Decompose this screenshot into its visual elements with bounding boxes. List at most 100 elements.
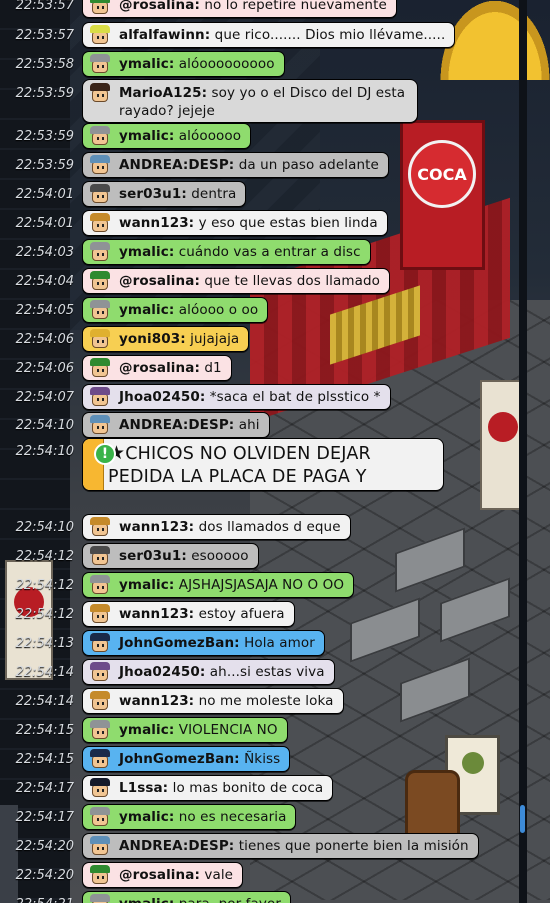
- chat-username[interactable]: ANDREA:DESP:: [119, 157, 234, 173]
- chat-bubble[interactable]: ymalic: AJSHAJSJASAJA NO O OO: [82, 572, 355, 598]
- chat-bubble[interactable]: @rosalina: d1: [82, 355, 232, 381]
- chat-username[interactable]: yoni803:: [119, 331, 186, 347]
- chat-username[interactable]: wann123:: [119, 606, 194, 622]
- chat-bubble[interactable]: JohnGomezBan: Hola amor: [82, 630, 325, 656]
- user-avatar-icon[interactable]: [83, 240, 117, 264]
- chat-username[interactable]: ymalic:: [119, 56, 174, 72]
- chat-bubble[interactable]: wann123: dos llamados d eque: [82, 514, 351, 540]
- chat-bubble[interactable]: Jhoa02450: *saca el bat de plsstico *: [82, 384, 391, 410]
- chat-bubble[interactable]: @rosalina: no lo repetire nuevamente: [82, 0, 397, 18]
- chat-username[interactable]: JohnGomezBan:: [119, 751, 240, 767]
- chat-bubble[interactable]: yoni803: jujajaja: [82, 326, 250, 352]
- user-avatar-icon[interactable]: [83, 747, 117, 771]
- chat-username[interactable]: alfalfawinn:: [119, 27, 210, 43]
- chat-text: que te llevas dos llamado: [204, 273, 381, 289]
- chat-username[interactable]: ymalic:: [119, 896, 174, 903]
- chat-username[interactable]: wann123:: [119, 693, 194, 709]
- user-avatar-icon[interactable]: [83, 52, 117, 76]
- chat-username[interactable]: @rosalina:: [119, 0, 200, 13]
- chat-bubble[interactable]: @rosalina: vale: [82, 862, 244, 888]
- user-avatar-icon[interactable]: [83, 356, 117, 380]
- chat-row: 22:54:06 yoni803: jujajaja: [0, 326, 550, 352]
- chat-username[interactable]: ser03u1:: [119, 548, 187, 564]
- user-avatar-icon[interactable]: [83, 776, 117, 800]
- chat-username[interactable]: L1ssa:: [119, 780, 168, 796]
- user-avatar-icon[interactable]: [83, 660, 117, 684]
- chat-bubble[interactable]: ymalic: para, por favor: [82, 891, 291, 903]
- chat-bubble[interactable]: ANDREA:DESP: ahi: [82, 412, 270, 438]
- user-avatar-icon[interactable]: [83, 182, 117, 206]
- chat-bubble[interactable]: ser03u1: dentra: [82, 181, 247, 207]
- chat-bubble[interactable]: Jhoa02450: ah...si estas viva: [82, 659, 335, 685]
- chat-message: ymalic: AJSHAJSJASAJA NO O OO: [117, 577, 353, 593]
- chat-username[interactable]: @rosalina:: [119, 273, 200, 289]
- user-avatar-icon[interactable]: [83, 385, 117, 409]
- chat-username[interactable]: ymalic:: [119, 244, 174, 260]
- chat-bubble[interactable]: ymalic: alóooooooooo: [82, 51, 285, 77]
- chat-username[interactable]: ANDREA:DESP:: [119, 838, 234, 854]
- chat-bubble[interactable]: ymalic: cuándo vas a entrar a disc: [82, 239, 371, 265]
- chat-username[interactable]: ymalic:: [119, 577, 174, 593]
- chat-username[interactable]: ymalic:: [119, 809, 174, 825]
- chat-text: estoy afuera: [198, 606, 285, 622]
- chat-row: 22:54:17 ymalic: no es necesaria: [0, 804, 550, 830]
- chat-bubble[interactable]: ser03u1: esooooo: [82, 543, 259, 569]
- user-avatar-icon[interactable]: [83, 0, 117, 17]
- chat-username[interactable]: wann123:: [119, 215, 194, 231]
- chat-bubble[interactable]: JohnGomezBan: Ñkiss: [82, 746, 291, 772]
- user-avatar-icon[interactable]: [83, 805, 117, 829]
- chat-bubble[interactable]: ymalic: VIOLENCIA NO: [82, 717, 288, 743]
- chat-bubble[interactable]: wann123: y eso que estas bien linda: [82, 210, 388, 236]
- timestamp: 22:54:13: [15, 636, 74, 651]
- chat-username[interactable]: Jhoa02450:: [119, 389, 205, 405]
- chat-username[interactable]: ser03u1:: [119, 186, 187, 202]
- announcement-bubble[interactable]: ! ★ CHICOS NO OLVIDEN DEJAR PEDIDA LA PLA…: [82, 438, 444, 491]
- chat-username[interactable]: ANDREA:DESP:: [119, 417, 234, 433]
- chat-username[interactable]: @rosalina:: [119, 360, 200, 376]
- chat-bubble[interactable]: wann123: estoy afuera: [82, 601, 295, 627]
- user-avatar-icon[interactable]: [83, 515, 117, 539]
- chat-bubble[interactable]: alfalfawinn: que rico....... Dios mio ll…: [82, 22, 456, 48]
- chat-username[interactable]: JohnGomezBan:: [119, 635, 240, 651]
- chat-text: Hola amor: [244, 635, 315, 651]
- user-avatar-icon[interactable]: [83, 124, 117, 148]
- chat-bubble[interactable]: ymalic: alóooo o oo: [82, 297, 269, 323]
- chat-bubble[interactable]: ANDREA:DESP: da un paso adelante: [82, 152, 389, 178]
- chat-bubble[interactable]: ymalic: alóooooo: [82, 123, 252, 149]
- user-avatar-icon[interactable]: [83, 211, 117, 235]
- chat-username[interactable]: MarioA125:: [119, 85, 207, 101]
- chat-bubble[interactable]: wann123: no me moleste loka: [82, 688, 344, 714]
- avatar-hair: [90, 691, 110, 699]
- chat-username[interactable]: Jhoa02450:: [119, 664, 205, 680]
- chat-bubble[interactable]: ymalic: no es necesaria: [82, 804, 297, 830]
- user-avatar-icon[interactable]: [83, 573, 117, 597]
- user-avatar-icon[interactable]: [83, 863, 117, 887]
- chat-text: para, por favor: [179, 896, 281, 903]
- user-avatar-icon[interactable]: [83, 689, 117, 713]
- user-avatar-icon[interactable]: [83, 23, 117, 47]
- user-avatar-icon[interactable]: [83, 834, 117, 858]
- user-avatar-icon[interactable]: [83, 631, 117, 655]
- chat-username[interactable]: ymalic:: [119, 722, 174, 738]
- chat-username[interactable]: ymalic:: [119, 128, 174, 144]
- chat-bubble[interactable]: MarioA125: soy yo o el Disco del DJ esta…: [82, 79, 418, 123]
- user-avatar-icon[interactable]: [83, 153, 117, 177]
- chat-bubble[interactable]: ANDREA:DESP: tienes que ponerte bien la …: [82, 833, 479, 859]
- chat-username[interactable]: @rosalina:: [119, 867, 200, 883]
- user-avatar-icon[interactable]: [83, 80, 117, 106]
- avatar-hair: [90, 25, 110, 33]
- user-avatar-icon[interactable]: [83, 269, 117, 293]
- announcement-message: CHICOS NO OLVIDEN DEJAR PEDIDA LA PLACA …: [107, 444, 371, 487]
- user-avatar-icon[interactable]: [83, 718, 117, 742]
- timestamp: 22:53:59: [15, 129, 74, 144]
- user-avatar-icon[interactable]: [83, 602, 117, 626]
- chat-username[interactable]: ymalic:: [119, 302, 174, 318]
- user-avatar-icon[interactable]: [83, 327, 117, 351]
- chat-bubble[interactable]: @rosalina: que te llevas dos llamado: [82, 268, 391, 294]
- user-avatar-icon[interactable]: [83, 544, 117, 568]
- user-avatar-icon[interactable]: [83, 413, 117, 437]
- chat-bubble[interactable]: L1ssa: lo mas bonito de coca: [82, 775, 334, 801]
- user-avatar-icon[interactable]: [83, 298, 117, 322]
- user-avatar-icon[interactable]: [83, 892, 117, 903]
- chat-username[interactable]: wann123:: [119, 519, 194, 535]
